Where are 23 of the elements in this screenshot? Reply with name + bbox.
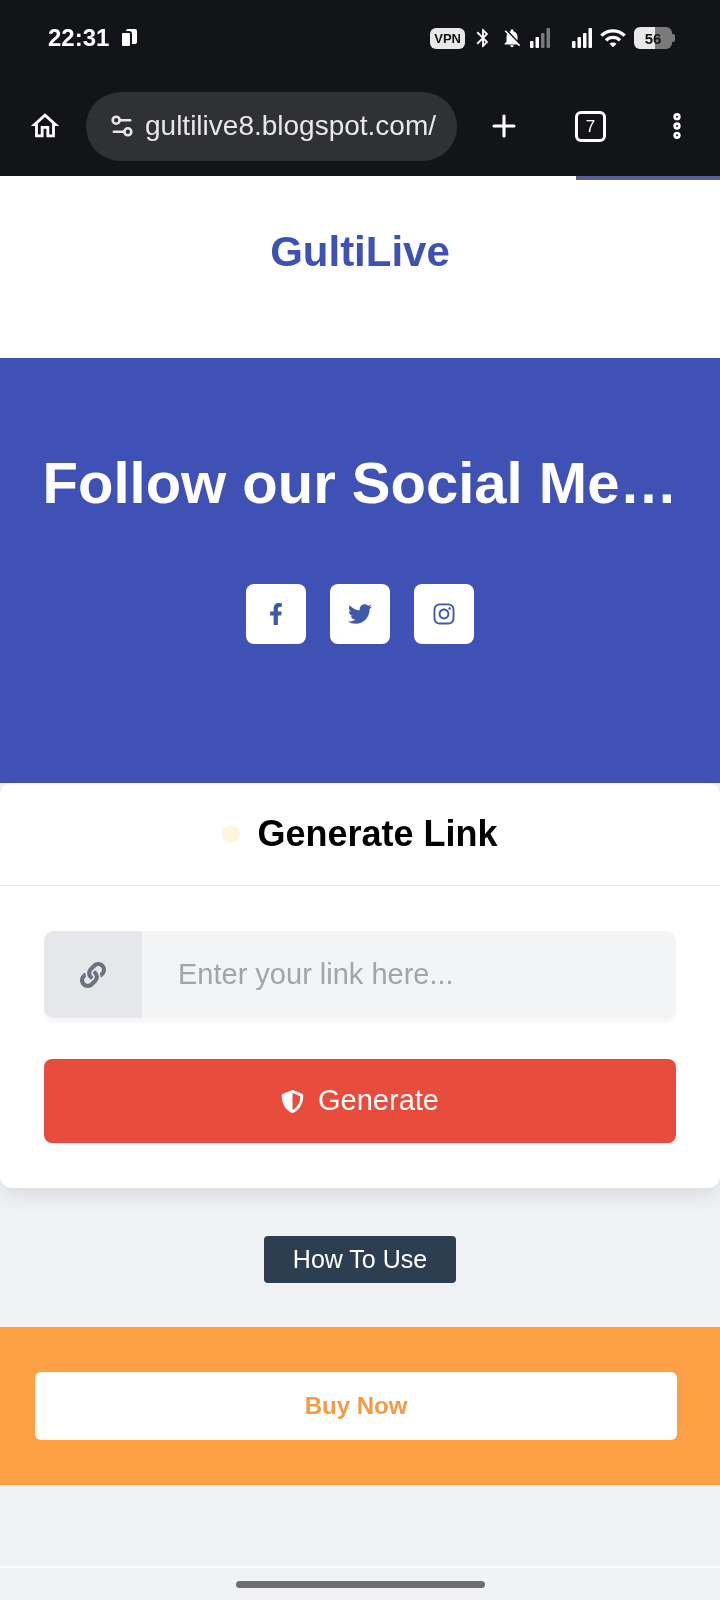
address-bar[interactable]: gultilive8.blogspot.com/	[86, 91, 457, 161]
social-heading: Follow our Social Me…	[42, 449, 678, 517]
how-to-use-button[interactable]: How To Use	[264, 1236, 456, 1283]
vpn-badge: VPN	[430, 27, 465, 49]
tab-switcher-button[interactable]: 7	[575, 110, 606, 142]
bird-icon	[348, 602, 372, 626]
link-input[interactable]: Enter your link here...	[142, 931, 676, 1018]
device-icon	[121, 29, 138, 47]
status-time: 22:31	[48, 26, 110, 50]
battery-percent: 56	[644, 30, 662, 46]
social-link[interactable]	[246, 584, 306, 644]
signal-icon	[572, 28, 592, 48]
site-title[interactable]: GultiLive	[270, 226, 450, 278]
camera-icon	[432, 602, 456, 626]
shield-icon	[281, 1089, 305, 1113]
generate-button[interactable]: Generate	[44, 1059, 676, 1143]
card-title: Generate Link	[257, 816, 498, 852]
signal-icon	[530, 28, 550, 48]
home-indicator[interactable]	[235, 1580, 485, 1588]
sliders-icon[interactable]	[108, 112, 136, 140]
social-link[interactable]	[330, 584, 390, 644]
link-icon	[80, 961, 106, 988]
social-link[interactable]	[414, 584, 474, 644]
